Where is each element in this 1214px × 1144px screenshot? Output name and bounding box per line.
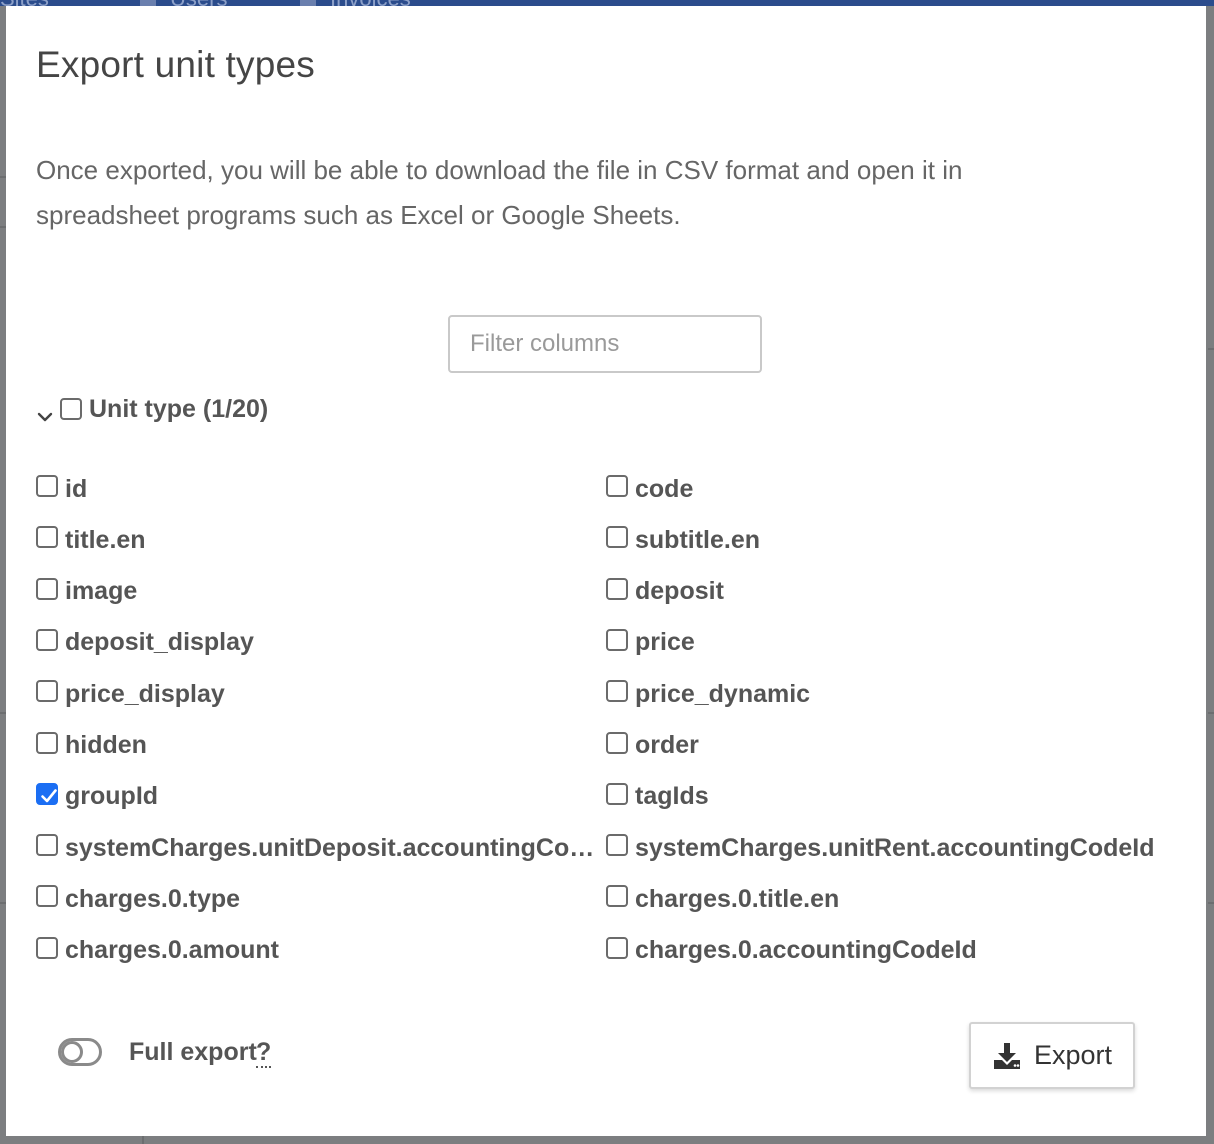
column-label: charges.0.type — [65, 884, 241, 913]
column-checkbox[interactable] — [606, 475, 628, 497]
column-option[interactable]: image — [36, 575, 137, 609]
column-checkbox[interactable] — [36, 475, 58, 497]
column-checkbox[interactable] — [36, 936, 58, 959]
column-option[interactable]: order — [606, 729, 699, 763]
column-checkbox[interactable] — [36, 731, 58, 754]
column-checkbox[interactable] — [606, 885, 628, 908]
column-label: charges.0.amount — [65, 936, 279, 965]
chevron-down-icon[interactable] — [36, 408, 54, 426]
column-checkbox[interactable] — [606, 731, 628, 754]
column-label: deposit — [635, 577, 724, 606]
column-checkbox[interactable] — [36, 628, 58, 651]
column-label: price_dynamic — [635, 679, 811, 708]
unit-type-group-label: Unit type (1/20) — [89, 394, 269, 423]
column-checkbox[interactable] — [606, 680, 628, 703]
column-option[interactable]: systemCharges.unitRent.accountingCodeId — [606, 831, 1155, 865]
column-option[interactable]: deposit_display — [36, 626, 254, 660]
column-label: subtitle.en — [635, 525, 761, 554]
column-option[interactable]: title.en — [36, 523, 146, 557]
column-label: groupId — [65, 782, 159, 811]
column-option[interactable]: price — [606, 626, 695, 660]
column-label: systemCharges.unitRent.accountingCodeId — [635, 833, 1155, 862]
column-checkbox[interactable] — [606, 526, 628, 549]
column-label: charges.0.accountingCodeId — [635, 936, 977, 965]
full-export-help-icon[interactable]: ? — [256, 1038, 272, 1068]
column-option[interactable]: id — [36, 472, 87, 506]
download-icon — [992, 1041, 1022, 1071]
column-checkbox[interactable] — [36, 577, 58, 600]
column-label: systemCharges.unitDeposit.accountingCod.… — [65, 833, 601, 862]
column-option[interactable]: price_dynamic — [606, 677, 810, 711]
background-divider — [142, 1136, 144, 1144]
column-label: hidden — [65, 731, 147, 759]
column-checkbox[interactable] — [36, 885, 58, 908]
column-option[interactable]: groupId — [36, 780, 158, 814]
modal-title: Export unit types — [36, 44, 315, 85]
modal-description: Once exported, you will be able to downl… — [36, 155, 963, 230]
export-button[interactable]: Export — [969, 1022, 1135, 1089]
column-option[interactable]: deposit — [606, 575, 724, 609]
column-label: title.en — [65, 525, 146, 554]
column-option[interactable]: price_display — [36, 677, 225, 711]
background-divider — [1208, 902, 1214, 904]
column-option[interactable]: charges.0.amount — [36, 934, 279, 968]
column-checkbox[interactable] — [36, 834, 58, 857]
full-export-toggle[interactable] — [58, 1038, 102, 1066]
column-option[interactable]: systemCharges.unitDeposit.accountingCod.… — [36, 831, 601, 865]
column-checkbox[interactable] — [606, 782, 628, 805]
column-option[interactable]: hidden — [36, 729, 147, 763]
column-label: tagIds — [635, 782, 709, 811]
background-divider — [1208, 348, 1214, 350]
column-label: charges.0.title.en — [635, 884, 840, 913]
column-checkbox[interactable] — [606, 936, 628, 959]
column-option[interactable]: charges.0.type — [36, 882, 240, 916]
column-checkbox[interactable] — [36, 782, 58, 805]
column-option[interactable]: tagIds — [606, 780, 709, 814]
export-modal: Export unit types Once exported, you wil… — [6, 6, 1206, 1136]
full-export-label: Full export — [129, 1038, 257, 1066]
background-divider — [1208, 712, 1214, 714]
export-button-label: Export — [1033, 1040, 1113, 1070]
unit-type-group-header: Unit type (1/20) — [36, 392, 268, 426]
column-option[interactable]: charges.0.title.en — [606, 882, 839, 916]
unit-type-group-checkbox[interactable] — [60, 398, 82, 420]
column-label: deposit_display — [65, 628, 254, 657]
column-label: price_display — [65, 679, 225, 708]
column-checkbox[interactable] — [606, 577, 628, 600]
column-label: price — [635, 628, 695, 657]
column-checkbox[interactable] — [606, 628, 628, 651]
column-checkbox[interactable] — [606, 834, 628, 857]
column-label: image — [65, 577, 138, 606]
column-label: order — [635, 731, 699, 759]
column-option[interactable]: subtitle.en — [606, 523, 760, 557]
column-checkbox[interactable] — [36, 680, 58, 703]
column-option[interactable]: charges.0.accountingCodeId — [606, 934, 977, 968]
toggle-knob — [61, 1041, 83, 1063]
column-option[interactable]: code — [606, 472, 693, 506]
filter-columns-input[interactable] — [448, 315, 762, 373]
column-label: id — [65, 474, 88, 503]
column-checkbox[interactable] — [36, 526, 58, 549]
column-label: code — [635, 474, 694, 503]
